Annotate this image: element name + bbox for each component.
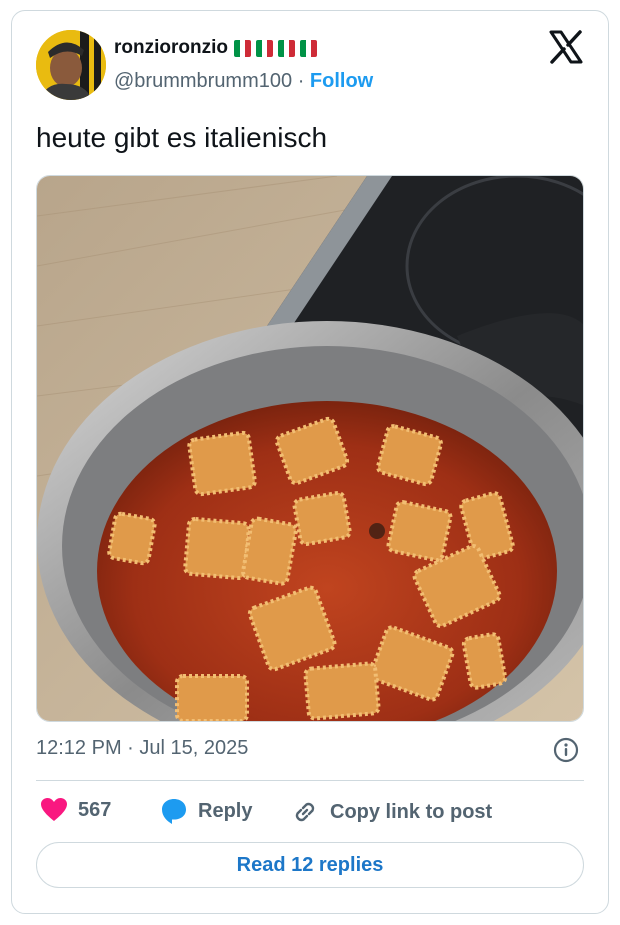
flag-italy-icon [277,39,295,57]
like-count: 567 [78,798,112,821]
post-photo[interactable] [36,175,584,722]
x-logo-icon[interactable] [549,30,583,64]
flag-list [233,39,317,57]
avatar[interactable] [36,30,106,100]
copy-link-label: Copy link to post [330,800,493,823]
speech-bubble-icon [162,799,186,824]
flag-italy-icon [299,39,317,57]
post-timestamp[interactable]: 12:12 PM · Jul 15, 2025 [36,737,248,760]
post-text: heute gibt es italienisch [36,122,328,153]
flag-italy-icon [233,39,251,57]
follow-link[interactable]: Follow [310,70,373,92]
separator: · [297,70,305,92]
heart-icon [41,798,67,821]
handle-row: @brummbrumm100 · Follow [114,70,373,93]
handle[interactable]: @brummbrumm100 [114,70,292,92]
link-icon [295,802,315,822]
display-name[interactable]: ronzioronzio [114,37,228,59]
reply-label: Reply [198,799,253,822]
read-replies-label: Read 12 replies [236,853,384,876]
reply-button[interactable]: Reply [160,797,252,825]
ravioli-pot-photo [37,176,583,721]
info-icon[interactable] [553,737,579,763]
like-button[interactable]: 567 [40,797,111,823]
flag-italy-icon [255,39,273,57]
read-replies-button[interactable]: Read 12 replies [36,842,584,888]
copy-link-button[interactable]: Copy link to post [290,797,492,827]
display-name-row[interactable]: ronzioronzio [114,37,317,59]
divider [36,780,584,781]
